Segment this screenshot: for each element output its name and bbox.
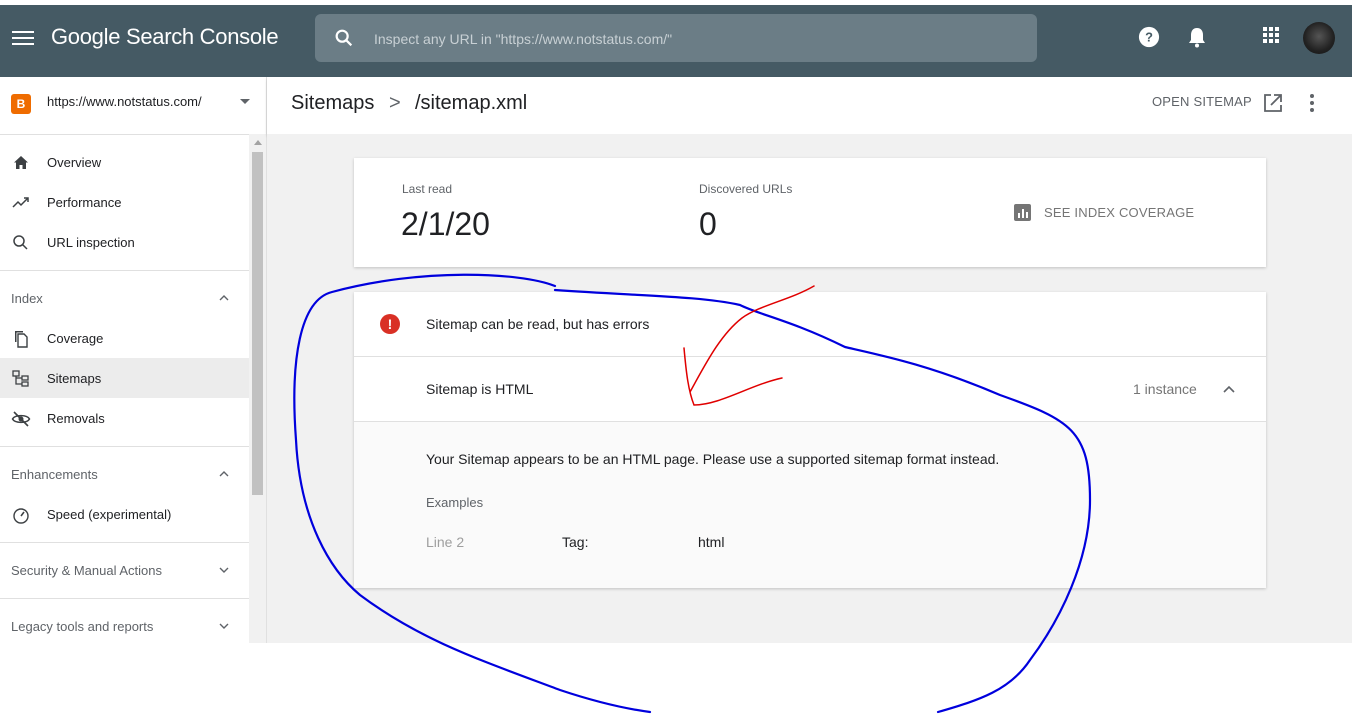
help-icon[interactable]: ? [1138,26,1160,48]
sidebar-scrollbar[interactable] [249,134,266,643]
open-in-new-icon[interactable] [1262,92,1284,114]
visibility-off-icon [11,411,31,427]
section-label: Index [11,291,43,306]
instance-count: 1 instance [1133,381,1197,397]
status-message: Sitemap can be read, but has errors [426,316,650,332]
search-input[interactable] [372,14,1016,64]
status-row: ! Sitemap can be read, but has errors [354,292,1266,357]
url-inspect-search[interactable] [315,14,1037,64]
divider [0,270,249,271]
page-header: Sitemaps > /sitemap.xml OPEN SITEMAP [267,77,1352,134]
chevron-down-icon [219,567,229,573]
product-title: Google Search Console [51,24,279,49]
section-label: Enhancements [11,467,98,482]
sidebar-item-performance[interactable]: Performance [0,182,249,222]
main-content: Last read 2/1/20 Discovered URLs 0 SEE I… [267,134,1352,643]
chevron-down-icon [219,623,229,629]
divider [0,598,249,599]
divider [0,542,249,543]
example-line: Line 2 [426,534,465,550]
search-icon [13,235,28,250]
chevron-up-icon [219,295,229,301]
issue-row[interactable]: Sitemap is HTML 1 instance [354,357,1266,422]
scroll-thumb[interactable] [252,152,263,495]
sidebar-item-label: Coverage [47,331,104,346]
bar-chart-icon [1014,204,1031,221]
window-edge [0,0,1352,5]
sidebar-item-url-inspection[interactable]: URL inspection [0,222,249,262]
property-url: https://www.notstatus.com/ [47,94,202,109]
section-index[interactable]: Index [0,278,249,318]
property-selector[interactable]: B https://www.notstatus.com/ [0,77,266,135]
speed-icon [13,508,29,524]
scroll-up-arrow[interactable] [254,140,262,145]
account-avatar[interactable] [1303,22,1335,54]
sidebar-item-coverage[interactable]: Coverage [0,318,249,358]
section-security[interactable]: Security & Manual Actions [0,550,249,590]
trending-up-icon [12,197,29,208]
issue-title: Sitemap is HTML [426,381,534,397]
chevron-up-icon[interactable] [1222,382,1236,396]
summary-card: Last read 2/1/20 Discovered URLs 0 SEE I… [354,158,1266,267]
menu-icon[interactable] [12,28,34,50]
last-read-value: 2/1/20 [401,206,490,242]
notifications-icon[interactable] [1187,26,1207,48]
sidebar: B https://www.notstatus.com/ Overview Pe… [0,77,267,643]
breadcrumb-separator: > [389,92,401,114]
divider [0,446,249,447]
discovered-urls-label: Discovered URLs [699,182,793,196]
see-index-coverage-label: SEE INDEX COVERAGE [1044,205,1195,220]
blank-area [0,643,1352,714]
page-title: /sitemap.xml [415,92,528,114]
dropdown-caret-icon [240,99,250,104]
breadcrumb-sitemaps[interactable]: Sitemaps [291,92,374,115]
example-tag-value: html [698,534,725,550]
last-read-label: Last read [402,182,453,196]
more-vert-icon[interactable] [1307,92,1317,114]
sidebar-item-removals[interactable]: Removals [0,398,249,438]
sidebar-item-label: Performance [47,195,122,210]
issue-details: Your Sitemap appears to be an HTML page.… [354,422,1266,588]
copy-icon [15,331,28,348]
sidebar-item-label: Speed (experimental) [47,507,172,522]
svg-text:?: ? [1145,30,1153,45]
issue-description: Your Sitemap appears to be an HTML page.… [426,451,1000,467]
open-sitemap-button[interactable]: OPEN SITEMAP [1152,94,1252,109]
examples-label: Examples [426,495,484,510]
example-tag-label: Tag: [562,534,589,550]
status-card: ! Sitemap can be read, but has errors Si… [354,292,1266,588]
sidebar-item-label: URL inspection [47,235,135,250]
section-label: Legacy tools and reports [11,619,154,634]
sidebar-item-label: Sitemaps [47,371,102,386]
error-icon: ! [380,314,400,334]
sitemap-icon [12,370,29,387]
search-icon [335,29,353,47]
discovered-urls-value: 0 [699,206,717,242]
sidebar-item-sitemaps[interactable]: Sitemaps [0,358,249,398]
top-app-bar: Google Search Console ? [0,0,1352,77]
apps-grid-icon[interactable] [1262,26,1280,44]
blogger-icon: B [11,94,31,114]
section-label: Security & Manual Actions [11,563,163,578]
sidebar-item-overview[interactable]: Overview [0,142,249,182]
sidebar-item-speed[interactable]: Speed (experimental) [0,494,249,534]
section-enhancements[interactable]: Enhancements [0,454,249,494]
sidebar-item-label: Removals [47,411,105,426]
chevron-up-icon [219,471,229,477]
home-icon [14,156,28,169]
sidebar-item-label: Overview [47,155,102,170]
section-legacy[interactable]: Legacy tools and reports [0,606,249,643]
